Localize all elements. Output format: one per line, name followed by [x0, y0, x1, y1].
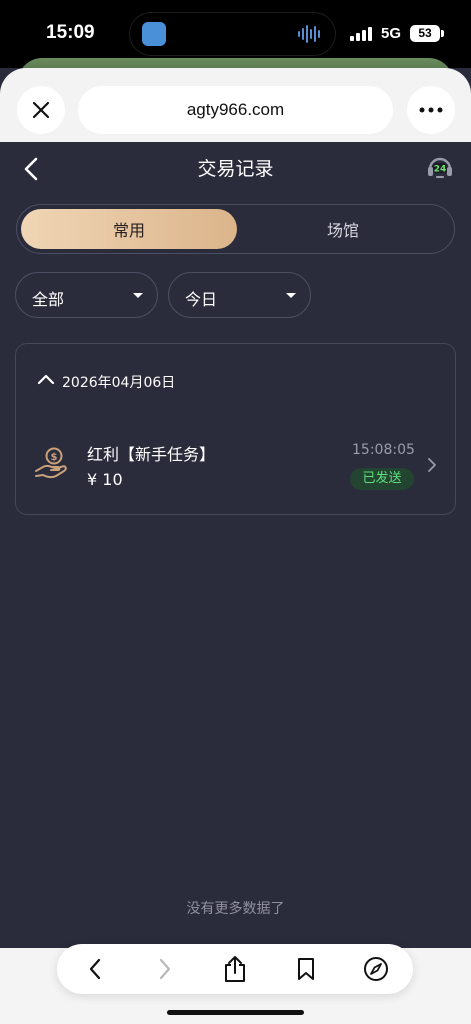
bookmarks-icon	[298, 958, 314, 980]
battery-level: 53	[410, 25, 440, 42]
bookmarks-button[interactable]	[284, 944, 328, 994]
back-icon[interactable]	[20, 156, 44, 182]
forward-icon	[159, 958, 171, 980]
browser-toolbar	[57, 944, 413, 994]
record-group-card: 2026年04月06日 $ 红利【新手任务】 ¥ 10 15:08:05 已发送	[15, 343, 456, 515]
no-more-data-text: 没有更多数据了	[186, 901, 285, 917]
more-button[interactable]	[407, 86, 455, 134]
tab-group: 常用 场馆	[16, 204, 455, 254]
chevron-right-icon	[428, 458, 436, 472]
tab-venue[interactable]: 场馆	[235, 209, 451, 249]
page-title: 交易记录	[197, 158, 274, 180]
more-icon	[419, 107, 443, 113]
back-icon	[89, 958, 101, 980]
audio-wave-icon	[298, 25, 320, 43]
record-group-date: 2026年04月06日	[62, 375, 176, 391]
cellular-signal-icon	[350, 27, 372, 41]
record-name: 红利【新手任务】	[87, 445, 216, 464]
app-icon	[142, 22, 166, 46]
tab-common[interactable]: 常用	[21, 209, 237, 249]
caret-down-icon	[286, 293, 296, 298]
status-time: 15:09	[46, 22, 95, 43]
close-icon	[32, 101, 50, 119]
chevron-up-icon[interactable]	[37, 373, 55, 385]
caret-down-icon	[133, 293, 143, 298]
battery-tip	[441, 30, 444, 37]
browser-back-button[interactable]	[73, 944, 117, 994]
status-badge: 已发送	[350, 468, 414, 490]
share-icon	[225, 956, 245, 982]
record-amount: ¥ 10	[87, 470, 123, 489]
network-type: 5G	[381, 25, 402, 42]
compass-icon	[364, 957, 388, 981]
category-filter-dropdown[interactable]: 全部	[15, 272, 158, 318]
home-indicator	[167, 1010, 304, 1015]
period-filter-label: 今日	[185, 290, 218, 309]
svg-text:$: $	[51, 452, 58, 463]
category-filter-label: 全部	[32, 290, 65, 309]
url-bar[interactable]: agty966.com	[78, 86, 393, 134]
record-time: 15:08:05	[352, 442, 415, 458]
hand-coin-icon: $	[35, 447, 67, 479]
share-button[interactable]	[213, 944, 257, 994]
compass-button[interactable]	[354, 944, 398, 994]
support-24h-icon[interactable]: 24	[425, 152, 455, 182]
dynamic-island	[130, 13, 335, 55]
svg-text:24: 24	[434, 165, 447, 175]
browser-forward-button[interactable]	[143, 944, 187, 994]
period-filter-dropdown[interactable]: 今日	[168, 272, 311, 318]
close-button[interactable]	[17, 86, 65, 134]
